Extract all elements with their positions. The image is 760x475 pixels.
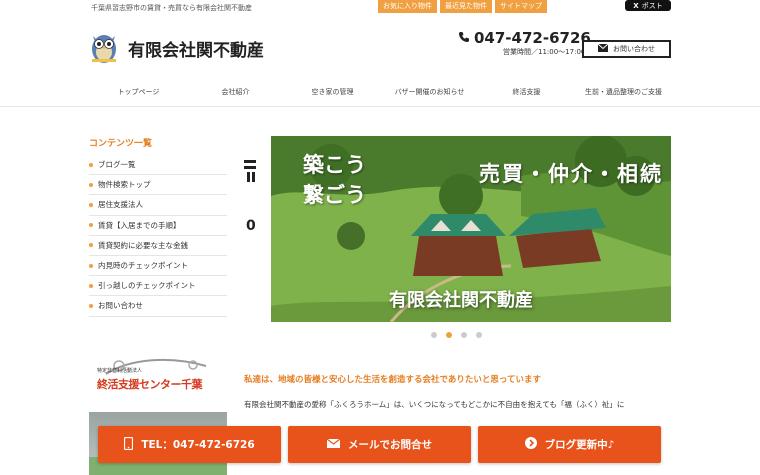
x-post-button[interactable]: X ポスト xyxy=(625,0,671,11)
global-nav: トップページ 会社紹介 空き家の管理 バザー開催のお知らせ 終活支援 生前・遺品… xyxy=(90,78,672,106)
smartphone-icon xyxy=(124,436,134,453)
top-bar: 千葉県習志野市の賃貸・売買なら有限会社関不動産 お気に入り物件 最近見た物件 サ… xyxy=(0,0,760,14)
sidebar-item-viewing-checklist[interactable]: 内見時のチェックポイント xyxy=(89,256,227,277)
phone-number: 047-472-6726 xyxy=(474,28,591,47)
company-name[interactable]: 有限会社関不動産 xyxy=(128,36,264,61)
sidebar-item-moving-checklist[interactable]: 引っ越しのチェックポイント xyxy=(89,276,227,297)
banner-org-name: 終活支援センター千葉 xyxy=(97,378,203,391)
header-phone[interactable]: 047-472-6726 xyxy=(458,28,591,47)
nav-item-bazaar[interactable]: バザー開催のお知らせ xyxy=(381,78,478,106)
sidebar-item-housing-support[interactable]: 居住支援法人 xyxy=(89,195,227,216)
nav-item-end-of-life[interactable]: 終活支援 xyxy=(478,78,575,106)
slider-dot-3[interactable] xyxy=(461,332,467,338)
nav-divider xyxy=(0,106,760,107)
slider-dot-1[interactable] xyxy=(431,332,437,338)
hero-slide[interactable]: 築こう 繋ごう 売買・仲介・相続 有限会社関不動産 xyxy=(271,136,671,322)
top-links: お気に入り物件 最近見た物件 サイトマップ xyxy=(378,0,547,13)
contact-button[interactable]: お問い合わせ xyxy=(582,40,671,58)
sidebar-heading: コンテンツ一覧 xyxy=(89,139,153,149)
end-of-life-center-banner[interactable]: 特定非営利活動法人 終活支援センター千葉 xyxy=(89,340,227,410)
call-button-label: TEL：047-472-6726 xyxy=(141,439,255,451)
hero-catchphrase: 築こう 繋ごう xyxy=(303,153,366,207)
sidebar-item-contact[interactable]: お問い合わせ xyxy=(89,296,227,317)
slide-peek-digit: 0 xyxy=(246,218,256,234)
intro-heading: 私達は、地域の皆様と安心した生活を創造する会社でありたいと思っています xyxy=(244,375,541,385)
hero-company-name: 有限会社関不動産 xyxy=(389,290,533,311)
nav-item-vacant-house[interactable]: 空き家の管理 xyxy=(284,78,381,106)
slider-dot-4[interactable] xyxy=(476,332,482,338)
recently-viewed-link[interactable]: 最近見た物件 xyxy=(440,0,492,13)
site-tagline: 千葉県習志野市の賃貸・売買なら有限会社関不動産 xyxy=(91,4,252,12)
sidebar-item-blog[interactable]: ブログ一覧 xyxy=(89,155,227,176)
x-post-label: ポスト xyxy=(641,1,663,10)
nav-item-top[interactable]: トップページ xyxy=(90,78,187,106)
intro-body: 有限会社関不動産の愛称「ふくろうホーム」は、いくつになってもどこかに不自由を抱え… xyxy=(244,400,625,409)
mail-contact-label: メールでお問合せ xyxy=(348,439,432,451)
business-hours: 営業時間／11:00～17:00 xyxy=(503,48,586,56)
banner-org-type: 特定非営利活動法人 xyxy=(97,368,143,374)
sidebar-item-rental-steps[interactable]: 賃貸【入居までの手順】 xyxy=(89,216,227,236)
slider-dot-2[interactable] xyxy=(446,332,452,338)
previous-slide-peek[interactable]: 0 xyxy=(236,136,270,322)
blog-button[interactable]: ブログ更新中♪ xyxy=(478,426,661,463)
sidebar-item-rental-costs[interactable]: 賃貸契約に必要な主な金銭 xyxy=(89,236,227,256)
nav-item-company[interactable]: 会社紹介 xyxy=(187,78,284,106)
arrow-circle-icon xyxy=(524,437,537,452)
envelope-icon xyxy=(326,438,341,451)
nav-item-belongings[interactable]: 生前・遺品整理のご支援 xyxy=(575,78,672,106)
phone-icon xyxy=(458,28,470,47)
slide-peek-glyph-icon xyxy=(244,160,256,182)
call-button[interactable]: TEL：047-472-6726 xyxy=(98,426,281,463)
x-logo-icon: X xyxy=(633,1,639,10)
owl-logo-icon[interactable] xyxy=(89,30,119,64)
sitemap-link[interactable]: サイトマップ xyxy=(495,0,547,13)
contact-button-label: お問い合わせ xyxy=(613,45,655,53)
sidebar-item-property-search[interactable]: 物件検索トップ xyxy=(89,175,227,196)
mail-icon xyxy=(597,43,609,54)
sidebar-menu: ブログ一覧 物件検索トップ 居住支援法人 賃貸【入居までの手順】 賃貸契約に必要… xyxy=(89,155,227,317)
slider-dots xyxy=(431,332,482,338)
favorites-link[interactable]: お気に入り物件 xyxy=(378,0,437,13)
blog-button-label: ブログ更新中♪ xyxy=(544,439,615,451)
mail-contact-button[interactable]: メールでお問合せ xyxy=(288,426,471,463)
hero-services: 売買・仲介・相続 xyxy=(479,162,663,186)
